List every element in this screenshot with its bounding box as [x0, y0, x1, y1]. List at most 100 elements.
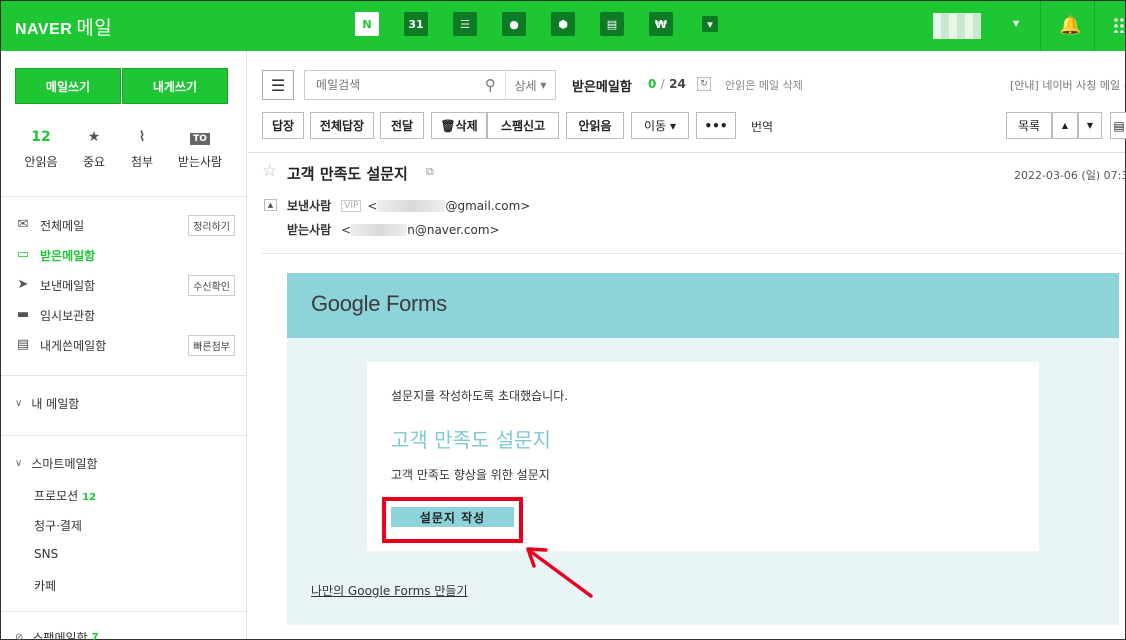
- mail-app-icon[interactable]: N: [353, 10, 381, 38]
- user-avatar[interactable]: [933, 13, 981, 39]
- vip-badge[interactable]: VIP: [341, 199, 362, 212]
- organize-button[interactable]: 정리하기: [188, 214, 235, 236]
- memo-app-icon[interactable]: ▤: [598, 10, 626, 38]
- inbox-icon: ▭: [16, 247, 30, 262]
- pay-app-icon[interactable]: ₩: [647, 10, 675, 38]
- more-button[interactable]: •••: [696, 112, 736, 139]
- delete-button[interactable]: 🗑 삭제: [431, 112, 487, 139]
- prev-mail-button[interactable]: ▲: [1052, 112, 1078, 139]
- survey-title: 고객 만족도 설문지: [391, 428, 551, 452]
- chevron-down-icon: ∨: [15, 398, 23, 409]
- smart-item-promotion[interactable]: 프로모션 12: [34, 487, 96, 504]
- folder-drafts[interactable]: ▬ 임시보관함: [15, 304, 235, 326]
- folder-sent[interactable]: ➤ 보낸메일함 수신확인: [15, 274, 235, 296]
- menu-icon[interactable]: ☰: [262, 70, 294, 100]
- notice-link[interactable]: [안내] 네이버 사칭 메일 주의: [1010, 77, 1125, 93]
- more-apps-icon[interactable]: ▾: [696, 10, 724, 38]
- search-input[interactable]: [316, 78, 476, 92]
- collapse-header-icon[interactable]: ▲: [264, 199, 277, 211]
- redacted-sender: [377, 199, 446, 212]
- spam-report-button[interactable]: 스팸신고: [487, 112, 559, 139]
- folder-inbox[interactable]: ▭ 받은메일함: [15, 244, 235, 266]
- unread-count: 12: [31, 129, 51, 145]
- app-launcher: N 31 ☰ ● ⬢ ▤ ₩ ▾: [353, 10, 745, 38]
- divider: [1, 435, 247, 436]
- quick-unread[interactable]: 12 안읽음: [11, 129, 71, 170]
- list-app-icon[interactable]: ☰: [451, 10, 479, 38]
- sidebar: 메일쓰기 내게쓰기 12 안읽음 ★ 중요 ⌇ 첨부 TO 받는사람 ✉ 전체메일…: [1, 51, 247, 640]
- my-mailbox-group[interactable]: ∨ 내 메일함: [15, 395, 79, 412]
- recipient-row: 받는사람 < n@naver.com>: [287, 222, 500, 238]
- survey-description: 고객 만족도 향상을 위한 설문지: [391, 468, 550, 482]
- naver-logo[interactable]: NAVER 메일: [15, 13, 112, 40]
- quick-attachment[interactable]: ⌇ 첨부: [112, 129, 172, 170]
- chevron-down-icon: ∨: [15, 458, 23, 469]
- divider: [1, 196, 247, 197]
- block-icon: ⊘: [15, 632, 24, 640]
- forward-button[interactable]: 전달: [380, 112, 424, 139]
- detail-search-button[interactable]: 상세 ▾: [504, 71, 555, 99]
- mark-unread-button[interactable]: 안읽음: [566, 112, 624, 139]
- print-icon[interactable]: ▤: [1110, 112, 1126, 139]
- read-receipt-button[interactable]: 수신확인: [188, 274, 235, 296]
- folder-spam[interactable]: ⊘ 스팸메일함 7: [15, 629, 99, 640]
- calendar-app-icon[interactable]: 31: [402, 10, 430, 38]
- smart-item-cafe[interactable]: 카페: [34, 577, 56, 594]
- quick-attach-button[interactable]: 빠른첨부: [188, 334, 235, 356]
- divider: [248, 152, 1125, 153]
- smart-mailbox-group[interactable]: ∨ 스마트메일함: [15, 455, 98, 472]
- grid-menu-icon[interactable]: [1113, 17, 1125, 33]
- document-icon: ▤: [16, 337, 30, 352]
- divider: [1, 611, 247, 612]
- user-menu-chevron-icon[interactable]: ▼: [1013, 19, 1019, 28]
- move-button[interactable]: 이동 ▾: [631, 112, 689, 139]
- sender-row: 보낸사람 VIP < @gmail.com>: [287, 198, 531, 214]
- trash-icon: 🗑: [440, 118, 456, 133]
- reply-all-button[interactable]: 전체답장: [310, 112, 374, 139]
- clip-icon: ⌇: [138, 129, 146, 145]
- google-forms-logo: Google Forms: [311, 291, 447, 316]
- next-mail-button[interactable]: ▼: [1078, 112, 1102, 139]
- contacts-app-icon[interactable]: ●: [500, 10, 528, 38]
- main-panel: ☰ ⚲ 상세 ▾ 받은메일함 0 / 24 ↻ 안읽은 메일 삭제 [안내] 네…: [248, 51, 1126, 639]
- top-bar: NAVER 메일 N 31 ☰ ● ⬢ ▤ ₩ ▾ ▼ 🔔: [1, 1, 1125, 51]
- compose-button[interactable]: 메일쓰기: [15, 68, 121, 104]
- to-icon: TO: [190, 133, 210, 145]
- red-arrow-icon: [526, 547, 593, 598]
- divider: [262, 253, 1125, 254]
- popout-icon[interactable]: ⧉: [426, 165, 434, 179]
- redacted-recipient: [351, 223, 408, 236]
- send-icon: ➤: [17, 277, 29, 292]
- mail-subject: 고객 만족도 설문지: [287, 165, 408, 183]
- email-body: Google Forms 설문지를 작성하도록 초대했습니다. 고객 만족도 설…: [287, 273, 1119, 625]
- search-icon[interactable]: ⚲: [476, 76, 505, 94]
- delete-unread-link[interactable]: 안읽은 메일 삭제: [725, 77, 803, 93]
- folder-icon: ▬: [16, 307, 30, 322]
- box-app-icon[interactable]: ⬢: [549, 10, 577, 38]
- forms-header: Google Forms: [287, 273, 1119, 338]
- folder-self[interactable]: ▤ 내게쓴메일함 빠른첨부: [15, 334, 235, 356]
- list-button[interactable]: 목록: [1006, 112, 1052, 139]
- bell-icon[interactable]: 🔔: [1059, 15, 1081, 36]
- mailbox-title: 받은메일함: [572, 80, 632, 95]
- divider: [1, 375, 247, 376]
- divider: [1094, 1, 1095, 51]
- quick-recipient[interactable]: TO 받는사람: [170, 129, 230, 170]
- reply-button[interactable]: 답장: [262, 112, 304, 139]
- star-icon[interactable]: ☆: [262, 161, 277, 181]
- envelope-icon: ✉: [17, 217, 29, 232]
- highlight-box: [382, 497, 523, 543]
- refresh-icon[interactable]: ↻: [697, 77, 711, 91]
- invite-text: 설문지를 작성하도록 초대했습니다.: [391, 389, 569, 403]
- smart-item-sns[interactable]: SNS: [34, 547, 58, 561]
- make-forms-link[interactable]: 나만의 Google Forms 만들기: [311, 582, 467, 599]
- self-compose-button[interactable]: 내게쓰기: [122, 68, 228, 104]
- divider: [1040, 1, 1041, 51]
- smart-item-billing[interactable]: 청구·결제: [34, 517, 82, 534]
- translate-button[interactable]: 번역: [751, 118, 773, 135]
- sender-email[interactable]: @gmail.com>: [445, 199, 530, 213]
- mail-date: 2022-03-06 (일) 07:3: [1014, 169, 1126, 182]
- folder-all-mail[interactable]: ✉ 전체메일 정리하기: [15, 214, 235, 236]
- recipient-email[interactable]: n@naver.com>: [407, 223, 499, 237]
- mail-count: 0 / 24: [648, 77, 686, 91]
